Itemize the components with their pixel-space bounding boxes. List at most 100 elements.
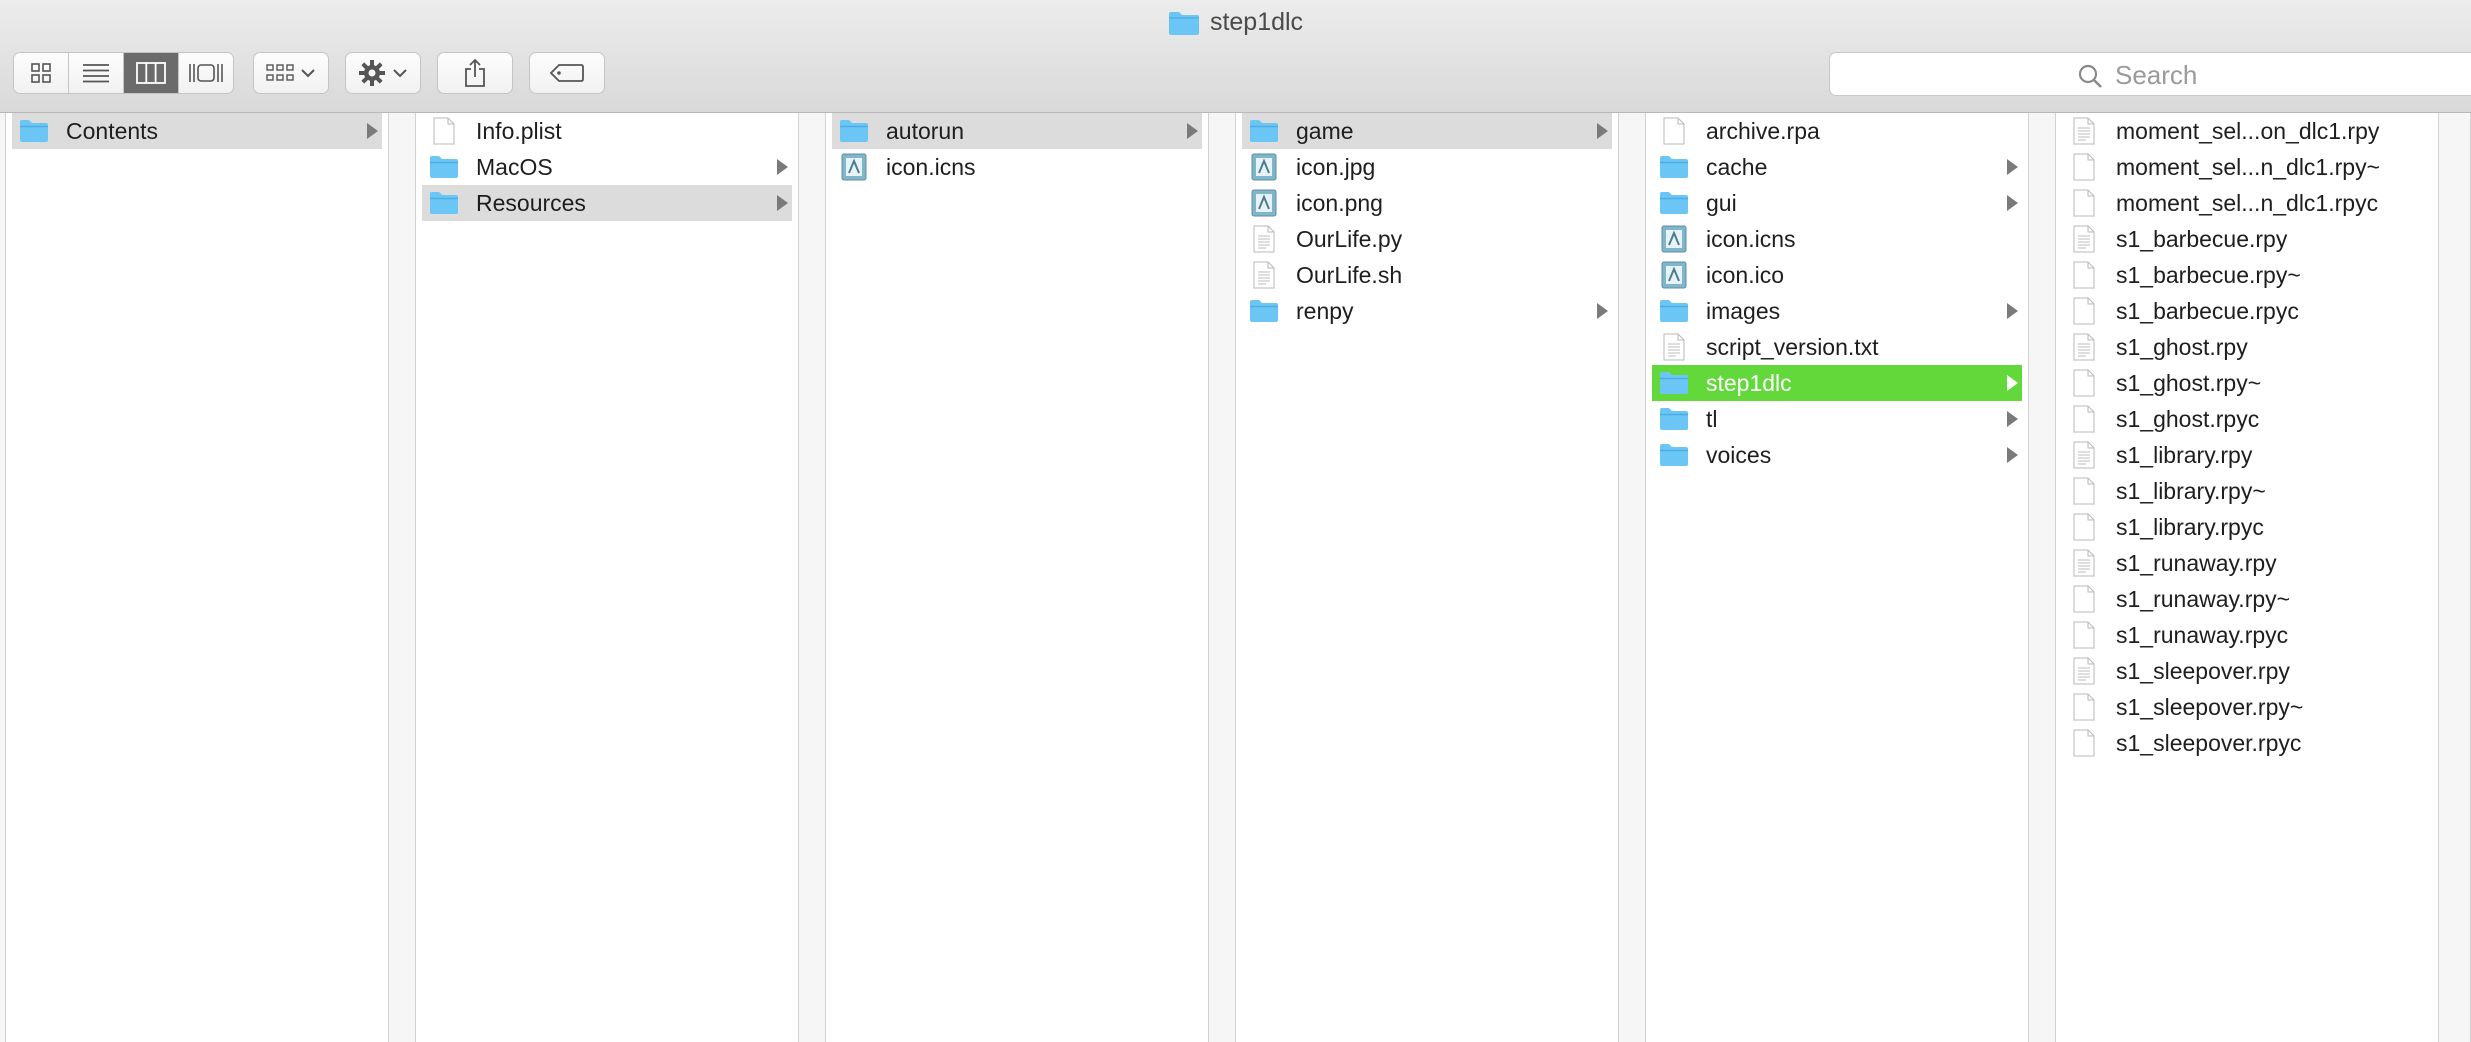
file-list-item[interactable]: archive.rpa (1652, 113, 2022, 149)
file-list-item[interactable]: script_version.txt (1652, 329, 2022, 365)
tags-button[interactable] (529, 52, 605, 94)
search-icon (2078, 64, 2102, 88)
icon-view-button[interactable] (14, 53, 69, 93)
file-list-item[interactable]: OurLife.sh (1242, 257, 1612, 293)
browser-column-6[interactable]: moment_sel...on_dlc1.rpy moment_sel...n_d… (2056, 113, 2439, 1042)
file-name-label: s1_sleepover.rpy (2116, 657, 2290, 684)
file-list-item[interactable]: MacOS (422, 149, 792, 185)
file-name-label: game (1296, 117, 1354, 144)
file-name-label: s1_library.rpy~ (2116, 477, 2266, 504)
document-icon (2068, 189, 2100, 217)
file-name-label: s1_sleepover.rpyc (2116, 729, 2302, 756)
list-view-button[interactable] (69, 53, 124, 93)
file-list-item[interactable]: s1_barbecue.rpy~ (2062, 257, 2432, 293)
file-list-item[interactable]: OurLife.py (1242, 221, 1612, 257)
document-icon (2068, 513, 2100, 541)
file-list-item[interactable]: s1_ghost.rpy (2062, 329, 2432, 365)
file-list-item[interactable]: s1_sleepover.rpy~ (2062, 689, 2432, 725)
column-resize-gutter[interactable] (1619, 113, 1646, 1042)
file-list-item[interactable]: icon.icns (832, 149, 1202, 185)
file-list-item[interactable]: s1_barbecue.rpyc (2062, 293, 2432, 329)
file-list-item[interactable]: s1_library.rpy (2062, 437, 2432, 473)
text-file-icon (2068, 117, 2100, 145)
browser-column-4[interactable]: game icon.jpg icon.png OurLife.py OurLife.sh… (1236, 113, 1619, 1042)
chevron-down-icon (393, 69, 407, 78)
file-list-item[interactable]: renpy (1242, 293, 1612, 329)
browser-column-2[interactable]: Info.plist MacOS Resources (416, 113, 799, 1042)
search-field[interactable] (1829, 52, 2471, 96)
file-list-item[interactable]: game (1242, 113, 1612, 149)
file-name-label: s1_runaway.rpy (2116, 549, 2277, 576)
column-item-list: game icon.jpg icon.png OurLife.py OurLife.sh… (1242, 113, 1612, 329)
folder-icon (1248, 117, 1280, 145)
file-list-item[interactable]: icon.ico (1652, 257, 2022, 293)
folder-icon (1658, 369, 1690, 397)
document-icon (2068, 585, 2100, 613)
window-title: step1dlc (1168, 8, 1303, 37)
share-button[interactable] (437, 52, 513, 94)
browser-column-1[interactable]: Contents (6, 113, 389, 1042)
column-browser: Contents Info.plist MacOS Resources autorun i… (0, 113, 2471, 1042)
file-name-label: tl (1706, 405, 1718, 432)
browser-column-5[interactable]: archive.rpa cache gui icon.icns icon.ico imag… (1646, 113, 2029, 1042)
file-list-item[interactable]: images (1652, 293, 2022, 329)
file-list-item[interactable]: icon.icns (1652, 221, 2022, 257)
column-item-list: Contents (12, 113, 382, 149)
tag-icon (549, 64, 584, 82)
column-view-button[interactable] (124, 53, 179, 93)
action-menu-button[interactable] (345, 52, 421, 94)
folder-icon (1658, 297, 1690, 325)
icon-view-icon (31, 63, 51, 83)
document-icon (2068, 153, 2100, 181)
document-icon (428, 117, 460, 145)
browser-column-3[interactable]: autorun icon.icns (826, 113, 1209, 1042)
document-icon (2068, 369, 2100, 397)
file-name-label: s1_runaway.rpy~ (2116, 585, 2291, 612)
folder-icon (1658, 441, 1690, 469)
file-list-item[interactable]: Info.plist (422, 113, 792, 149)
file-list-item[interactable]: step1dlc (1652, 365, 2022, 401)
file-list-item[interactable]: icon.png (1242, 185, 1612, 221)
file-list-item[interactable]: s1_runaway.rpy (2062, 545, 2432, 581)
file-list-item[interactable]: moment_sel...n_dlc1.rpyc (2062, 185, 2432, 221)
column-resize-gutter[interactable] (2439, 113, 2471, 1042)
file-name-label: MacOS (476, 153, 553, 180)
file-name-label: s1_library.rpyc (2116, 513, 2264, 540)
folder-icon (428, 153, 460, 181)
file-list-item[interactable]: voices (1652, 437, 2022, 473)
file-list-item[interactable]: gui (1652, 185, 2022, 221)
group-by-button[interactable] (253, 52, 329, 94)
file-list-item[interactable]: moment_sel...n_dlc1.rpy~ (2062, 149, 2432, 185)
column-resize-gutter[interactable] (2029, 113, 2056, 1042)
column-resize-gutter[interactable] (799, 113, 826, 1042)
column-resize-gutter[interactable] (1209, 113, 1236, 1042)
folder-icon (18, 117, 50, 145)
file-name-label: icon.ico (1706, 261, 1784, 288)
file-list-item[interactable]: icon.jpg (1242, 149, 1612, 185)
column-resize-gutter[interactable] (389, 113, 416, 1042)
file-list-item[interactable]: s1_sleepover.rpy (2062, 653, 2432, 689)
file-name-label: OurLife.sh (1296, 261, 1403, 288)
gallery-view-button[interactable] (179, 53, 233, 93)
file-name-label: s1_library.rpy (2116, 441, 2253, 468)
file-list-item[interactable]: Resources (422, 185, 792, 221)
search-input[interactable] (2115, 60, 2415, 91)
text-file-icon (2068, 333, 2100, 361)
file-list-item[interactable]: s1_runaway.rpy~ (2062, 581, 2432, 617)
file-list-item[interactable]: autorun (832, 113, 1202, 149)
file-list-item[interactable]: s1_runaway.rpyc (2062, 617, 2432, 653)
file-list-item[interactable]: moment_sel...on_dlc1.rpy (2062, 113, 2432, 149)
file-name-label: s1_barbecue.rpy (2116, 225, 2288, 252)
disclosure-arrow-icon (1597, 303, 1608, 319)
file-list-item[interactable]: tl (1652, 401, 2022, 437)
file-name-label: Info.plist (476, 117, 562, 144)
file-list-item[interactable]: cache (1652, 149, 2022, 185)
file-name-label: gui (1706, 189, 1737, 216)
file-list-item[interactable]: s1_library.rpy~ (2062, 473, 2432, 509)
file-list-item[interactable]: s1_ghost.rpy~ (2062, 365, 2432, 401)
file-list-item[interactable]: s1_sleepover.rpyc (2062, 725, 2432, 761)
file-list-item[interactable]: Contents (12, 113, 382, 149)
file-list-item[interactable]: s1_ghost.rpyc (2062, 401, 2432, 437)
file-list-item[interactable]: s1_barbecue.rpy (2062, 221, 2432, 257)
file-list-item[interactable]: s1_library.rpyc (2062, 509, 2432, 545)
